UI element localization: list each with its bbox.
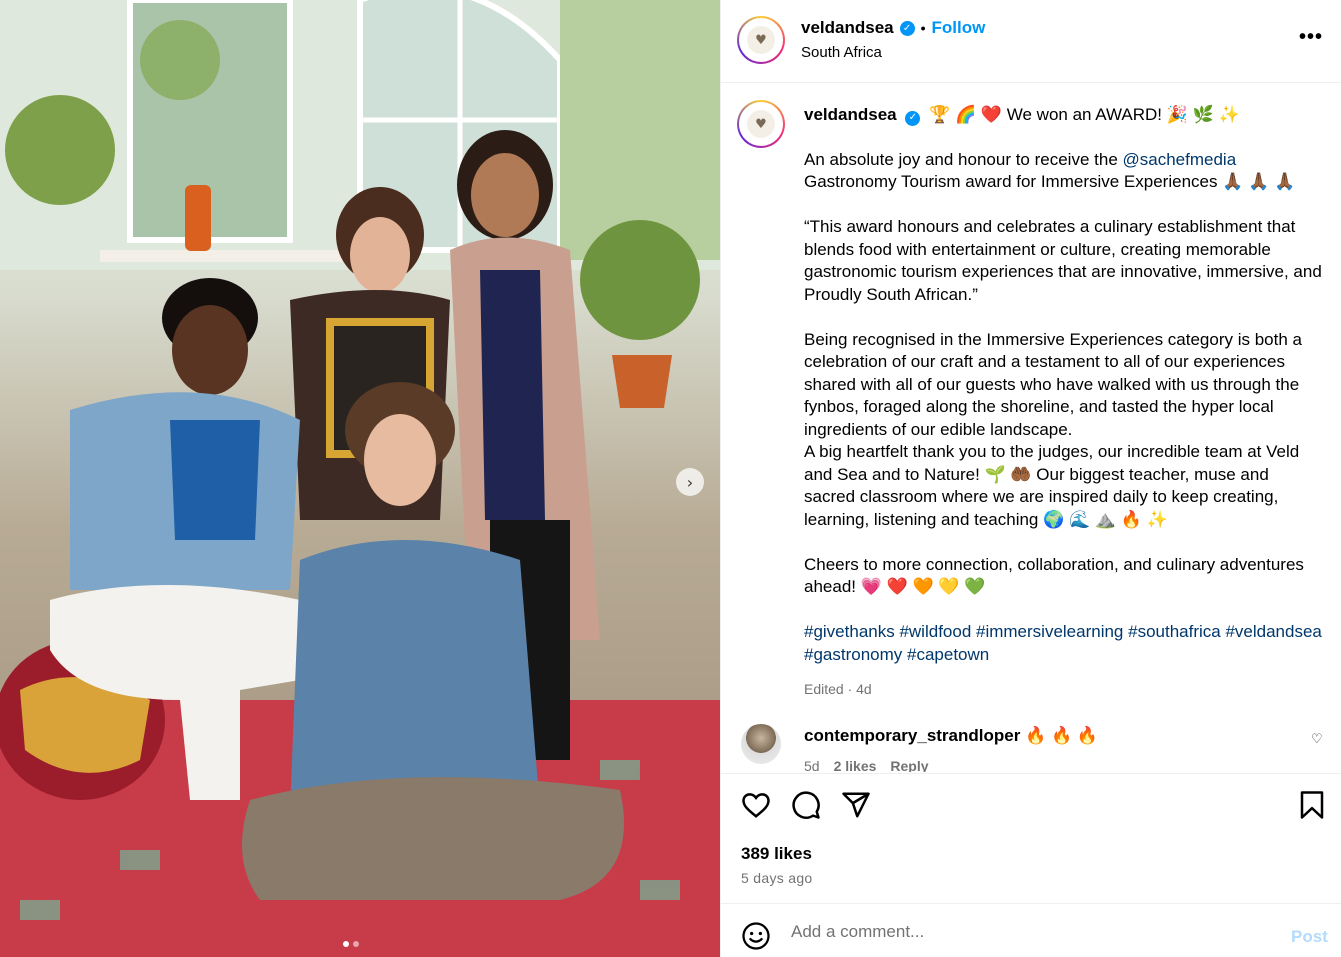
- carousel-dots: [343, 941, 359, 947]
- separator-dot: •: [920, 20, 926, 36]
- comment-likes[interactable]: 2 likes: [834, 758, 877, 772]
- carousel-next-button[interactable]: ›: [676, 468, 704, 496]
- post-comment-button[interactable]: Post: [1291, 927, 1328, 947]
- comments-section[interactable]: ♥ veldandsea ✓ 🏆 🌈 ❤️ We won an AWARD! 🎉…: [721, 84, 1341, 772]
- author-username[interactable]: veldandsea: [801, 18, 894, 38]
- brand-logo-icon: ♥: [747, 26, 775, 54]
- likes-count[interactable]: 389 likes: [741, 844, 812, 864]
- post-caption: veldandsea ✓ 🏆 🌈 ❤️ We won an AWARD! 🎉 🌿…: [804, 104, 1324, 701]
- follow-button[interactable]: Follow: [932, 18, 986, 38]
- verified-icon: ✓: [905, 110, 921, 126]
- add-comment-bar: Post: [721, 903, 1341, 957]
- commenter-avatar[interactable]: [741, 724, 781, 764]
- caption-username[interactable]: veldandsea: [804, 105, 897, 124]
- post-detail-panel: ♥ veldandsea ✓ • Follow South Africa •••…: [720, 0, 1341, 957]
- caption-meta: Edited · 4d: [804, 681, 872, 697]
- caption-paragraph: Cheers to more connection, collaboration…: [804, 554, 1304, 597]
- heart-icon[interactable]: [741, 790, 771, 820]
- carousel-dot-active: [343, 941, 349, 947]
- comment-text-row: contemporary_strandloper 🔥 🔥 🔥: [804, 726, 1098, 746]
- commenter-username[interactable]: contemporary_strandloper: [804, 726, 1020, 745]
- hashtags[interactable]: #givethanks #wildfood #immersivelearning…: [804, 621, 1324, 666]
- more-options-icon[interactable]: •••: [1299, 26, 1323, 49]
- brand-logo-icon: ♥: [747, 110, 775, 138]
- post-time: 5 days ago: [741, 870, 813, 886]
- author-avatar[interactable]: ♥: [737, 16, 785, 64]
- post-location[interactable]: South Africa: [801, 44, 882, 61]
- photo-illustration: [0, 0, 720, 957]
- emoji-icon[interactable]: [741, 921, 771, 951]
- post-header: ♥ veldandsea ✓ • Follow South Africa •••: [721, 0, 1341, 83]
- carousel-dot: [353, 941, 359, 947]
- comment-input[interactable]: [791, 918, 1251, 946]
- small-heart-icon[interactable]: ♡: [1311, 732, 1323, 747]
- mention-link[interactable]: @sachefmedia: [1123, 150, 1237, 169]
- caption-p1-text-end: Gastronomy Tourism award for Immersive E…: [804, 172, 1296, 191]
- caption-headline: 🏆 🌈 ❤️ We won an AWARD! 🎉 🌿 ✨: [929, 105, 1240, 124]
- caption-paragraph: Being recognised in the Immersive Experi…: [804, 329, 1302, 439]
- post-photo[interactable]: ›: [0, 0, 720, 957]
- comment-age: 5d: [804, 758, 820, 772]
- chevron-right-icon: ›: [686, 472, 694, 492]
- caption-paragraph: A big heartfelt thank you to the judges,…: [804, 442, 1300, 529]
- share-icon[interactable]: [841, 790, 871, 820]
- caption-author-avatar[interactable]: ♥: [737, 100, 785, 148]
- caption-p1-text: An absolute joy and honour to receive th…: [804, 149, 1123, 169]
- caption-quote: “This award honours and celebrates a cul…: [804, 217, 1322, 304]
- comment-item: contemporary_strandloper 🔥 🔥 🔥 5d 2 like…: [721, 720, 1341, 772]
- author-row: veldandsea ✓ • Follow: [801, 18, 985, 38]
- reply-button[interactable]: Reply: [890, 758, 928, 772]
- action-bar: 389 likes 5 days ago: [721, 773, 1341, 903]
- save-icon[interactable]: [1299, 790, 1325, 820]
- comment-icon[interactable]: [791, 790, 821, 820]
- comment-meta: 5d 2 likes Reply: [804, 758, 929, 772]
- comment-text: 🔥 🔥 🔥: [1020, 726, 1099, 745]
- verified-icon: ✓: [899, 20, 915, 36]
